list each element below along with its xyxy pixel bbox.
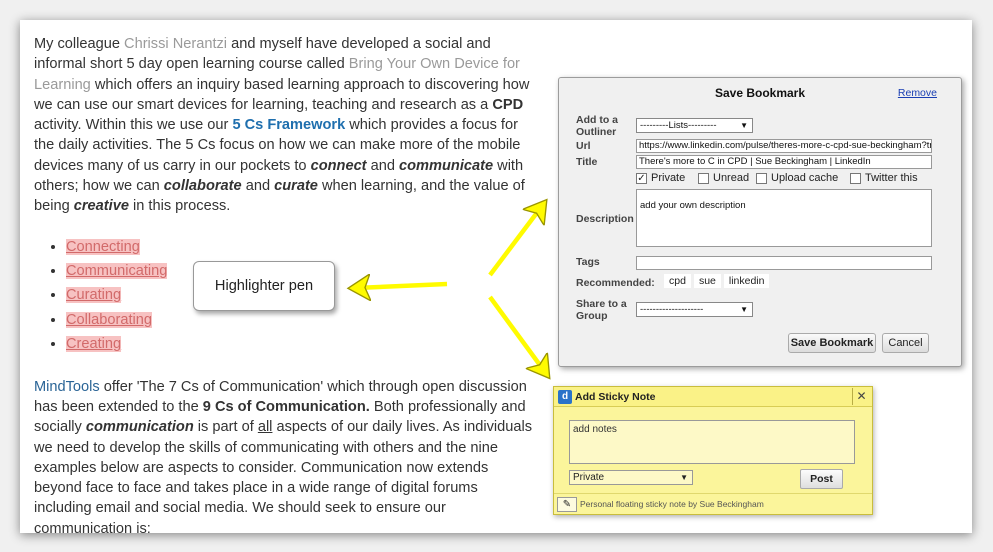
share-group-label: Share to a Group <box>576 298 627 322</box>
tags-label: Tags <box>576 256 600 268</box>
sticky-note-title: Add Sticky Note <box>575 391 656 403</box>
recommended-tag[interactable]: sue <box>693 274 721 288</box>
sticky-note-widget: d Add Sticky Note ✕ add notes Private ▼ P… <box>553 386 873 515</box>
checkbox-icon <box>698 172 709 184</box>
url-field[interactable]: https://www.linkedin.com/pulse/theres-mo… <box>636 139 932 153</box>
checkbox-checked-icon: ✓ <box>636 172 647 184</box>
twitter-this-checkbox[interactable]: Twitter this <box>850 172 918 184</box>
post-button[interactable]: Post <box>800 469 843 489</box>
checkbox-icon <box>850 172 861 184</box>
sticky-note-footer: ✎ Personal floating sticky note by Sue B… <box>554 493 872 515</box>
chevron-down-icon: ▼ <box>740 305 748 314</box>
url-label: Url <box>576 140 591 152</box>
sticky-note-header: d Add Sticky Note ✕ <box>554 387 872 407</box>
share-group-select[interactable]: -------------------- ▼ <box>636 302 753 317</box>
arrow-to-sticky-note <box>488 295 545 372</box>
sticky-notes-field[interactable]: add notes <box>569 420 855 464</box>
screenshot-frame: My colleague Chrissi Nerantzi and myself… <box>20 20 972 533</box>
chevron-down-icon: ▼ <box>740 121 748 130</box>
outliner-select[interactable]: ---------Lists--------- ▼ <box>636 118 753 133</box>
title-label: Title <box>576 156 598 168</box>
title-field[interactable]: There's more to C in CPD | Sue Beckingha… <box>636 155 932 169</box>
upload-cache-checkbox[interactable]: Upload cache <box>756 172 838 184</box>
recommended-label: Recommended: <box>576 277 655 289</box>
close-icon[interactable]: ✕ <box>852 388 870 405</box>
recommended-tags: cpd sue linkedin <box>664 274 770 288</box>
tags-field[interactable] <box>636 256 932 270</box>
recommended-tag[interactable]: linkedin <box>723 274 770 288</box>
recommended-tag[interactable]: cpd <box>664 274 691 288</box>
description-field[interactable]: add your own description <box>636 189 932 247</box>
sticky-note-footer-text: Personal floating sticky note by Sue Bec… <box>580 499 764 509</box>
remove-link[interactable]: Remove <box>898 87 937 99</box>
privacy-select[interactable]: Private ▼ <box>569 470 693 485</box>
save-bookmark-button[interactable]: Save Bookmark <box>788 333 876 353</box>
cancel-button[interactable]: Cancel <box>882 333 929 353</box>
save-bookmark-dialog: Save Bookmark Remove Add to a Outliner -… <box>558 77 962 367</box>
arrow-to-callout <box>356 284 448 288</box>
arrow-to-bookmark <box>488 206 542 277</box>
unread-checkbox[interactable]: Unread <box>698 172 749 184</box>
chevron-down-icon: ▼ <box>680 473 688 482</box>
checkbox-icon <box>756 172 767 184</box>
pencil-icon[interactable]: ✎ <box>557 497 577 512</box>
private-checkbox[interactable]: ✓ Private <box>636 172 685 184</box>
description-label: Description <box>576 213 634 225</box>
add-outliner-label: Add to a Outliner <box>576 114 618 138</box>
diigo-logo-icon: d <box>558 390 572 404</box>
